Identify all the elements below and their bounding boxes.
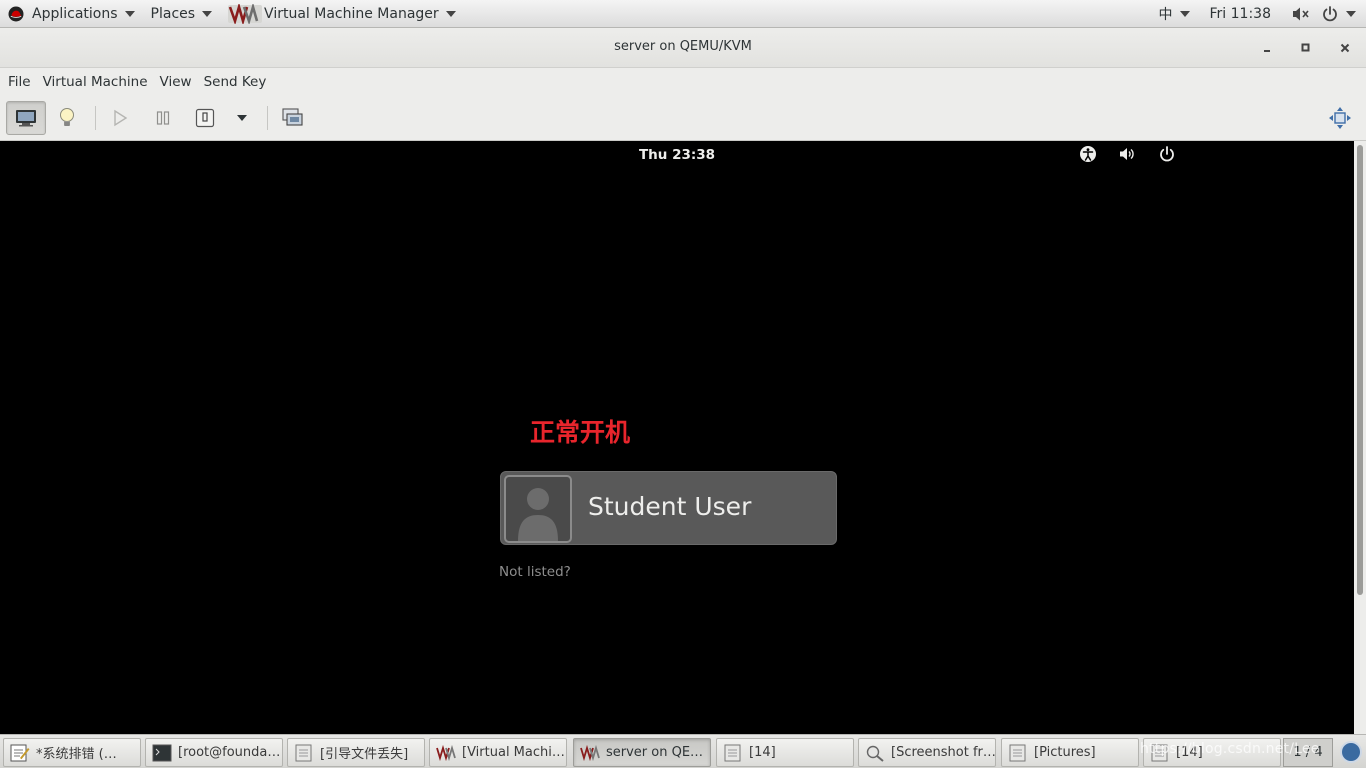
maximize-icon xyxy=(1301,43,1310,52)
notification-icon[interactable] xyxy=(1340,741,1362,763)
taskbar-item-active[interactable]: server on QE… xyxy=(573,738,711,767)
chevron-down-icon xyxy=(1346,10,1356,17)
pause-icon xyxy=(156,111,170,125)
close-icon xyxy=(1340,43,1350,53)
not-listed-link[interactable]: Not listed? xyxy=(499,564,571,580)
places-label: Places xyxy=(150,5,196,22)
taskbar-item[interactable]: *系统排错 (… xyxy=(3,738,141,767)
shutdown-icon xyxy=(195,108,215,128)
taskbar-item-label: [14] xyxy=(749,745,776,760)
details-button[interactable] xyxy=(49,101,85,135)
shutdown-button[interactable] xyxy=(187,101,223,135)
menu-view[interactable]: View xyxy=(154,68,198,96)
console-button[interactable] xyxy=(6,101,46,135)
run-icon xyxy=(114,109,128,127)
snapshots-button[interactable] xyxy=(275,101,311,135)
fullscreen-icon xyxy=(1329,107,1351,129)
scrollbar-thumb[interactable] xyxy=(1357,145,1363,595)
toolbar xyxy=(0,96,1366,141)
user-list-item[interactable]: Student User xyxy=(500,471,837,545)
system-status-menu[interactable] xyxy=(1283,0,1366,28)
shutdown-menu-button[interactable] xyxy=(224,101,260,135)
vmm-icon xyxy=(228,3,263,24)
chevron-down-icon xyxy=(202,10,213,17)
active-app-label: Virtual Machine Manager xyxy=(264,5,439,22)
toolbar-separator xyxy=(267,106,268,130)
vm-clock[interactable]: Thu 23:38 xyxy=(0,147,1354,163)
vm-display[interactable]: Thu 23:38 正常开机 Student User Not listed? xyxy=(0,141,1354,734)
input-method-label: 中 xyxy=(1158,6,1173,23)
vmm-icon xyxy=(436,744,456,761)
taskbar-item-label: [Virtual Machi… xyxy=(462,745,565,760)
taskbar-item-label: [Pictures] xyxy=(1034,745,1096,760)
applications-menu[interactable]: Applications xyxy=(0,0,143,28)
details-lightbulb-icon xyxy=(60,108,74,126)
window-title-bar[interactable]: server on QEMU/KVM xyxy=(0,28,1366,68)
taskbar-item-label: *系统排错 (… xyxy=(36,747,117,762)
run-button[interactable] xyxy=(102,101,138,135)
applications-label: Applications xyxy=(32,5,118,22)
window-icon xyxy=(1009,744,1026,761)
taskbar-item[interactable]: [Virtual Machi… xyxy=(429,738,567,767)
minimize-button[interactable] xyxy=(1258,38,1278,58)
taskbar-item-label: [引导文件丢失] xyxy=(320,747,409,762)
text-editor-icon xyxy=(10,744,30,761)
volume-icon[interactable] xyxy=(1118,145,1136,163)
menu-file[interactable]: File xyxy=(2,68,37,96)
power-icon xyxy=(1323,5,1337,21)
screenshot-icon xyxy=(866,745,884,762)
taskbar-item[interactable]: [引导文件丢失] xyxy=(287,738,425,767)
volume-icon xyxy=(1293,7,1309,20)
power-icon[interactable] xyxy=(1158,145,1176,163)
toolbar-separator xyxy=(95,106,96,130)
minimize-icon xyxy=(1264,50,1270,52)
window-title: server on QEMU/KVM xyxy=(614,39,752,54)
input-method-indicator[interactable]: 中 xyxy=(1151,0,1198,28)
taskbar-item[interactable]: [Screenshot fr… xyxy=(858,738,996,767)
vertical-scrollbar[interactable] xyxy=(1354,141,1366,734)
user-avatar-icon xyxy=(518,488,558,541)
shutdown-menu-icon xyxy=(237,115,247,121)
accessibility-icon[interactable] xyxy=(1079,145,1097,163)
annotation-text: 正常开机 xyxy=(530,418,631,447)
avatar xyxy=(504,475,572,543)
snapshots-icon xyxy=(282,108,303,126)
user-name-label: Student User xyxy=(588,492,752,521)
redhat-icon xyxy=(8,6,24,21)
clock[interactable]: Fri 11:38 xyxy=(1198,0,1283,28)
active-app-menu[interactable]: Virtual Machine Manager xyxy=(220,0,464,28)
gnome-top-bar: Applications Places Virtual Machine Mana… xyxy=(0,0,1366,28)
menubar: File Virtual Machine View Send Key xyxy=(0,68,1366,96)
taskbar-item-label: server on QE… xyxy=(606,745,704,760)
terminal-icon xyxy=(152,744,172,761)
pause-button[interactable] xyxy=(145,101,181,135)
taskbar-item-label: [root@founda… xyxy=(178,745,281,760)
taskbar-item[interactable]: [Pictures] xyxy=(1001,738,1139,767)
vmm-icon xyxy=(580,744,600,761)
close-button[interactable] xyxy=(1335,38,1355,58)
window-icon xyxy=(724,744,741,761)
taskbar-item-label: [Screenshot fr… xyxy=(891,745,996,760)
clock-label: Fri 11:38 xyxy=(1209,5,1271,22)
console-icon xyxy=(16,110,36,127)
menu-virtual-machine[interactable]: Virtual Machine xyxy=(37,68,154,96)
menu-send-key[interactable]: Send Key xyxy=(198,68,273,96)
chevron-down-icon xyxy=(1179,10,1190,17)
watermark-text: https://blog.csdn.net/Lee xyxy=(1140,741,1320,757)
maximize-button[interactable] xyxy=(1296,38,1316,58)
taskbar-item[interactable]: [root@founda… xyxy=(145,738,283,767)
chevron-down-icon xyxy=(124,10,135,17)
places-menu[interactable]: Places xyxy=(143,0,221,28)
chevron-down-icon xyxy=(445,10,456,17)
taskbar-item[interactable]: [14] xyxy=(716,738,854,767)
fullscreen-button[interactable] xyxy=(1322,101,1358,135)
window-icon xyxy=(295,744,312,761)
